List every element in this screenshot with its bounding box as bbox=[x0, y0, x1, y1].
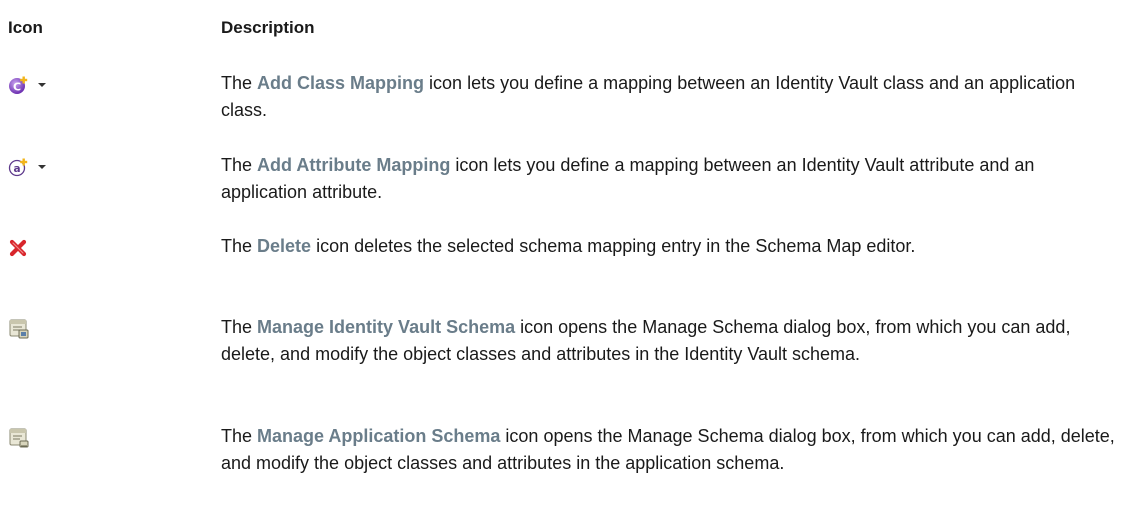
row-description: The Delete icon deletes the selected sch… bbox=[221, 233, 1116, 260]
chevron-down-icon[interactable] bbox=[38, 83, 46, 87]
svg-text:a: a bbox=[13, 163, 20, 175]
description-text: The bbox=[221, 317, 258, 337]
manage-application-schema-icon bbox=[8, 427, 30, 449]
manage-identity-vault-schema-icon bbox=[8, 318, 30, 340]
description-text: The bbox=[221, 426, 258, 446]
description-text: The bbox=[221, 236, 258, 256]
row-description: The Add Class Mapping icon lets you defi… bbox=[221, 70, 1116, 124]
highlighted-term: Manage Application Schema bbox=[257, 426, 501, 446]
highlighted-term: Delete bbox=[257, 236, 312, 256]
manage-application-schema-glyph bbox=[9, 428, 29, 448]
delete-icon bbox=[8, 237, 30, 259]
description-text: The bbox=[221, 155, 258, 175]
row-description: The Manage Application Schema icon opens… bbox=[221, 423, 1116, 477]
table-header: Icon Description bbox=[0, 18, 1124, 42]
manage-identity-vault-schema-glyph bbox=[9, 319, 29, 339]
delete-glyph bbox=[9, 239, 27, 257]
icon-description-table: Icon Description C The Add Class Mapping… bbox=[0, 0, 1124, 531]
add-attribute-mapping-glyph: a bbox=[8, 158, 28, 177]
add-class-mapping-icon: C bbox=[8, 74, 46, 96]
description-text: icon deletes the selected schema mapping… bbox=[311, 236, 916, 256]
icon-column-header: Icon bbox=[8, 18, 43, 37]
description-column-header: Description bbox=[221, 18, 315, 37]
add-attribute-mapping-icon: a bbox=[8, 156, 46, 178]
chevron-down-icon[interactable] bbox=[38, 165, 46, 169]
row-description: The Manage Identity Vault Schema icon op… bbox=[221, 314, 1116, 368]
highlighted-term: Add Class Mapping bbox=[257, 73, 425, 93]
description-text: The bbox=[221, 73, 258, 93]
highlighted-term: Manage Identity Vault Schema bbox=[257, 317, 516, 337]
add-class-mapping-glyph: C bbox=[9, 76, 28, 94]
svg-text:C: C bbox=[13, 81, 21, 94]
row-description: The Add Attribute Mapping icon lets you … bbox=[221, 152, 1116, 206]
highlighted-term: Add Attribute Mapping bbox=[257, 155, 451, 175]
